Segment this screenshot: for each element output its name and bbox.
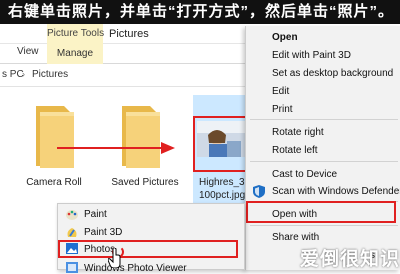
menu-item-open[interactable]: Open xyxy=(272,32,298,43)
submenu-item-photo-viewer[interactable]: Windows Photo Viewer xyxy=(84,263,187,274)
folder-label-camera-roll: Camera Roll xyxy=(26,177,82,188)
menu-item-edit-paint3d[interactable]: Edit with Paint 3D xyxy=(272,50,351,61)
window-title: Pictures xyxy=(109,28,149,40)
picture-tools-tab-title[interactable]: Picture Tools xyxy=(47,24,104,44)
watermark: 爱倒很知识网 xyxy=(300,249,400,270)
highlight-box-photo xyxy=(193,116,250,172)
breadcrumb-this-pc[interactable]: s PC xyxy=(2,69,24,80)
defender-shield-icon xyxy=(253,185,265,198)
menu-separator xyxy=(250,161,398,162)
tab-manage[interactable]: Manage xyxy=(47,44,103,64)
paint3d-icon xyxy=(67,228,77,237)
tab-view[interactable]: View xyxy=(17,46,39,57)
annotation-arrow-icon xyxy=(57,142,175,154)
photo-viewer-icon xyxy=(66,262,78,273)
file-label-line2: 100pct.jpg xyxy=(199,190,246,201)
menu-item-edit[interactable]: Edit xyxy=(272,86,289,97)
mouse-pointer-icon xyxy=(108,248,121,268)
menu-item-share-with[interactable]: Share with xyxy=(272,232,319,243)
submenu-item-paint[interactable]: Paint xyxy=(84,209,107,220)
menu-separator xyxy=(250,119,398,120)
menu-item-cast[interactable]: Cast to Device xyxy=(272,169,337,180)
file-label-line1: Highres_30 xyxy=(199,177,251,188)
menu-separator xyxy=(250,225,398,226)
context-menu xyxy=(245,26,400,270)
highlight-box-open-with xyxy=(246,201,396,223)
folder-label-saved-pictures: Saved Pictures xyxy=(111,177,179,188)
menu-item-set-background[interactable]: Set as desktop background xyxy=(272,68,393,79)
folder-icon[interactable] xyxy=(30,102,78,170)
menu-item-scan-defender[interactable]: Scan with Windows Defender xyxy=(272,186,400,197)
menu-item-print[interactable]: Print xyxy=(272,104,293,115)
menu-item-rotate-right[interactable]: Rotate right xyxy=(272,127,324,138)
folder-icon[interactable] xyxy=(116,102,164,170)
paint-icon xyxy=(66,210,78,220)
highlight-box-photos xyxy=(58,240,238,258)
breadcrumb-chevron-icon: › xyxy=(22,69,25,79)
instruction-banner: 右键单击照片，并单击“打开方式”，然后单击“照片”。 xyxy=(0,0,400,24)
menu-item-rotate-left[interactable]: Rotate left xyxy=(272,145,318,156)
breadcrumb-pictures[interactable]: Pictures xyxy=(32,69,68,80)
submenu-item-paint3d[interactable]: Paint 3D xyxy=(84,227,122,238)
